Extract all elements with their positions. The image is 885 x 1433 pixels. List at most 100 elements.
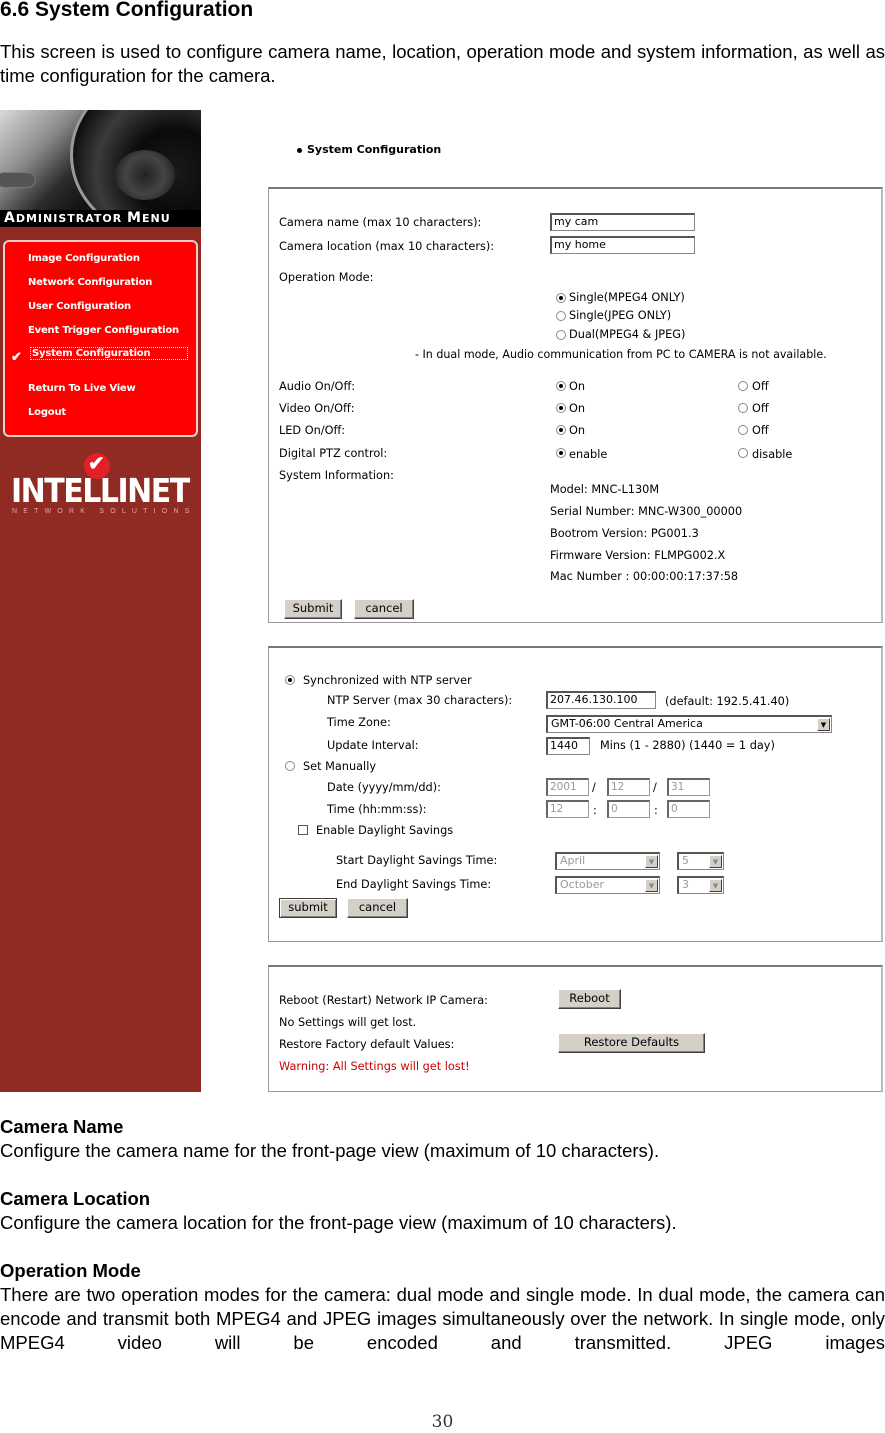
dst-start-day-select[interactable]: 5 ▼: [677, 852, 724, 870]
dropdown-arrow-icon[interactable]: ▼: [709, 855, 722, 868]
system-info-firmware: Firmware Version: FLMPG002.X: [550, 549, 726, 562]
dst-start-label: Start Daylight Savings Time:: [336, 854, 498, 867]
title-initial-m: M: [127, 210, 142, 226]
system-info-bootrom: Bootrom Version: PG001.3: [550, 527, 699, 540]
date-year-input[interactable]: 2001: [546, 778, 589, 796]
time-submit-button[interactable]: submit: [279, 898, 337, 918]
camera-knob: [0, 172, 36, 188]
audio-off-radio[interactable]: [738, 381, 748, 391]
date-day-input[interactable]: 31: [667, 778, 710, 796]
operation-mode-description: There are two operation modes for the ca…: [0, 1284, 885, 1353]
restore-label: Restore Factory default Values:: [279, 1038, 455, 1051]
time-settings-panel: Synchronized with NTP server NTP Server …: [268, 646, 883, 942]
set-manually-radio[interactable]: [285, 761, 295, 771]
ptz-enable-label: enable: [569, 448, 608, 461]
menu-item-return-to-live-view[interactable]: Return To Live View: [28, 383, 136, 394]
video-off-radio[interactable]: [738, 403, 748, 413]
time-cancel-button[interactable]: cancel: [347, 898, 408, 918]
mode-dual-radio[interactable]: [556, 330, 566, 340]
video-on-label: On: [569, 402, 586, 415]
mode-single-mpeg4-radio[interactable]: [556, 293, 566, 303]
dst-start-month-select[interactable]: April ▼: [555, 852, 660, 870]
mode-single-jpeg-label: Single(JPEG ONLY): [569, 309, 672, 322]
update-interval-input[interactable]: 1440: [546, 737, 590, 755]
time-second-input[interactable]: 0: [667, 800, 710, 818]
menu-item-system-configuration[interactable]: System Configuration: [30, 347, 188, 360]
time-hour-input[interactable]: 12: [546, 800, 589, 818]
led-off-radio[interactable]: [738, 425, 748, 435]
ntp-sync-label: Synchronized with NTP server: [303, 674, 472, 687]
content-title-text: System Configuration: [307, 143, 442, 156]
dst-end-day-select[interactable]: 3 ▼: [677, 876, 724, 894]
daylight-savings-label: Enable Daylight Savings: [316, 824, 454, 837]
audio-label: Audio On/Off:: [279, 380, 356, 393]
led-on-radio[interactable]: [556, 425, 566, 435]
admin-sidebar: ADMINISTRATOR MENU Image Configuration N…: [0, 110, 201, 1092]
general-settings-panel: Camera name (max 10 characters): my cam …: [268, 187, 883, 623]
administrator-menu-title: ADMINISTRATOR MENU: [0, 210, 201, 227]
title-rest-a: DMINISTRATOR: [15, 212, 128, 225]
date-month-input[interactable]: 12: [607, 778, 650, 796]
time-minute-input[interactable]: 0: [607, 800, 650, 818]
dropdown-arrow-icon[interactable]: ▼: [645, 855, 658, 868]
camera-name-description: Configure the camera name for the front-…: [0, 1140, 660, 1161]
dropdown-arrow-icon[interactable]: ▼: [709, 879, 722, 892]
date-sep-2: /: [653, 781, 657, 794]
operation-mode-label: Operation Mode:: [279, 271, 374, 284]
dropdown-arrow-icon[interactable]: ▼: [645, 879, 658, 892]
camera-location-label: Camera location (max 10 characters):: [279, 240, 495, 253]
video-off-label: Off: [752, 402, 769, 415]
check-icon: ✔: [11, 349, 22, 364]
cancel-button[interactable]: cancel: [354, 599, 414, 619]
ntp-server-label: NTP Server (max 30 characters):: [327, 694, 513, 707]
reboot-note: No Settings will get lost.: [279, 1016, 417, 1029]
date-label: Date (yyyy/mm/dd):: [327, 781, 441, 794]
time-zone-select[interactable]: GMT-06:00 Central America ▼: [546, 715, 832, 733]
mode-single-jpeg-radio[interactable]: [556, 311, 566, 321]
restore-warning: Warning: All Settings will get lost!: [279, 1060, 470, 1073]
daylight-savings-checkbox[interactable]: [298, 825, 308, 835]
menu-item-image-configuration[interactable]: Image Configuration: [28, 253, 140, 264]
camera-name-input[interactable]: my cam: [550, 213, 695, 231]
led-label: LED On/Off:: [279, 424, 346, 437]
reboot-label: Reboot (Restart) Network IP Camera:: [279, 994, 488, 1007]
system-info-serial: Serial Number: MNC-W300_00000: [550, 505, 743, 518]
time-sep-1: :: [593, 804, 597, 817]
camera-name-label: Camera name (max 10 characters):: [279, 216, 482, 229]
intellinet-logo: ✔ INTELLINET NETWORK SOLUTIONS: [0, 450, 201, 520]
maintenance-panel: Reboot (Restart) Network IP Camera: Rebo…: [268, 965, 883, 1092]
ptz-disable-radio[interactable]: [738, 448, 748, 458]
system-info-label: System Information:: [279, 469, 394, 482]
ntp-server-input[interactable]: 207.46.130.100: [546, 691, 656, 709]
ntp-sync-radio[interactable]: [285, 675, 295, 685]
mode-dual-label: Dual(MPEG4 & JPEG): [569, 328, 686, 341]
logo-tagline: NETWORK SOLUTIONS: [12, 508, 196, 515]
update-interval-label: Update Interval:: [327, 739, 419, 752]
operation-mode-heading: Operation Mode: [0, 1260, 141, 1281]
menu-item-logout[interactable]: Logout: [28, 407, 66, 418]
submit-button[interactable]: Submit: [284, 599, 342, 619]
ntp-default-note: (default: 192.5.41.40): [665, 695, 790, 708]
video-on-radio[interactable]: [556, 403, 566, 413]
ptz-label: Digital PTZ control:: [279, 447, 388, 460]
restore-defaults-button[interactable]: Restore Defaults: [558, 1033, 705, 1053]
time-zone-label: Time Zone:: [327, 716, 391, 729]
audio-on-radio[interactable]: [556, 381, 566, 391]
menu-item-event-trigger-configuration[interactable]: Event Trigger Configuration: [28, 325, 179, 336]
dst-end-month-select[interactable]: October ▼: [555, 876, 660, 894]
menu-item-user-configuration[interactable]: User Configuration: [28, 301, 131, 312]
dst-end-label: End Daylight Savings Time:: [336, 878, 492, 891]
logo-wordmark: INTELLINET: [11, 472, 190, 511]
mode-single-mpeg4-label: Single(MPEG4 ONLY): [569, 291, 685, 304]
camera-photo: [0, 110, 201, 210]
system-info-model: Model: MNC-L130M: [550, 483, 660, 496]
ptz-enable-radio[interactable]: [556, 448, 566, 458]
dropdown-arrow-icon[interactable]: ▼: [817, 718, 830, 731]
menu-item-network-configuration[interactable]: Network Configuration: [28, 277, 152, 288]
dst-start-month-value: April: [560, 854, 586, 867]
camera-lens-center: [115, 150, 175, 200]
led-off-label: Off: [752, 424, 769, 437]
intro-paragraph: This screen is used to configure camera …: [0, 41, 885, 86]
reboot-button[interactable]: Reboot: [558, 989, 621, 1009]
camera-location-input[interactable]: my home: [550, 236, 695, 254]
